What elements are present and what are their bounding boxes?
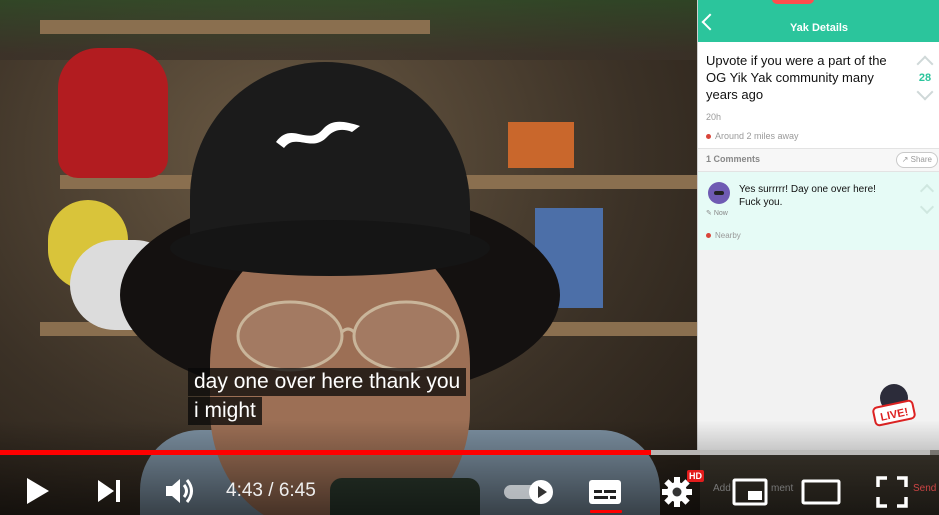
comment-time-text: Now — [713, 210, 728, 217]
comments-bar: 1 Comments ↗ Share — [698, 149, 939, 172]
fullscreen-icon[interactable] — [876, 476, 908, 508]
yak-post: Upvote if you were a part of the OG Yik … — [698, 42, 939, 149]
progress-played — [0, 450, 651, 455]
post-location-text: Around 2 miles away — [715, 131, 799, 141]
share-label: Share — [910, 155, 932, 164]
location-pin-icon — [706, 233, 711, 238]
glasses — [236, 300, 460, 372]
faded-comment-text-mid: ment — [771, 483, 794, 494]
shelf-top — [40, 20, 430, 34]
miniplayer-icon[interactable] — [732, 478, 768, 506]
recording-indicator — [772, 0, 814, 4]
phone-header: Yak Details — [698, 0, 939, 42]
subtitles-icon[interactable] — [587, 478, 623, 506]
downvote-icon — [916, 83, 934, 101]
faded-send-text: Send — [913, 483, 937, 494]
autoplay-toggle[interactable] — [503, 479, 555, 505]
upvote-icon — [919, 183, 935, 199]
downvote-icon — [919, 199, 935, 215]
theater-icon[interactable] — [801, 478, 841, 506]
upvote-icon — [916, 55, 934, 73]
post-time: 20h — [706, 112, 722, 122]
comment-text: Yes surrrrr! Day one over here! Fuck you… — [739, 184, 876, 208]
subtitles-active-indicator — [590, 510, 622, 513]
faded-comment-text-left: Add — [713, 483, 731, 494]
post-text: Upvote if you were a part of the OG Yik … — [706, 53, 887, 102]
spiderman-figure — [58, 48, 168, 178]
post-vote: 28 — [914, 52, 936, 101]
time-display: 4:43 / 6:45 — [226, 480, 316, 502]
comment-vote — [919, 180, 935, 215]
comment-item: Yes surrrrr! Day one over here! Fuck you… — [698, 172, 939, 250]
share-button: ↗ Share — [895, 152, 938, 168]
time-separator: / — [268, 480, 274, 501]
duration: 6:45 — [278, 480, 316, 501]
cap-brim — [170, 220, 490, 276]
comments-count: 1 Comments — [706, 154, 761, 164]
controls-gradient — [0, 420, 939, 515]
comment-location-text: Nearby — [715, 231, 741, 240]
commenter-avatar — [708, 182, 730, 204]
location-pin-icon — [706, 134, 711, 139]
post-location: Around 2 miles away — [706, 131, 799, 141]
volume-icon[interactable] — [164, 476, 198, 506]
orange-box — [508, 122, 574, 168]
caption-line-1: day one over here thank you — [188, 368, 467, 396]
comment-location: Nearby — [706, 231, 741, 240]
phone-header-title: Yak Details — [789, 22, 849, 34]
progress-bar[interactable] — [0, 450, 939, 455]
comment-time: ✎ Now — [706, 210, 728, 217]
play-icon[interactable] — [24, 476, 52, 506]
hd-badge: HD — [687, 470, 704, 482]
cap-logo — [276, 121, 360, 148]
next-icon[interactable] — [96, 477, 124, 505]
post-vote-count: 28 — [918, 72, 932, 84]
current-time: 4:43 — [226, 480, 263, 501]
